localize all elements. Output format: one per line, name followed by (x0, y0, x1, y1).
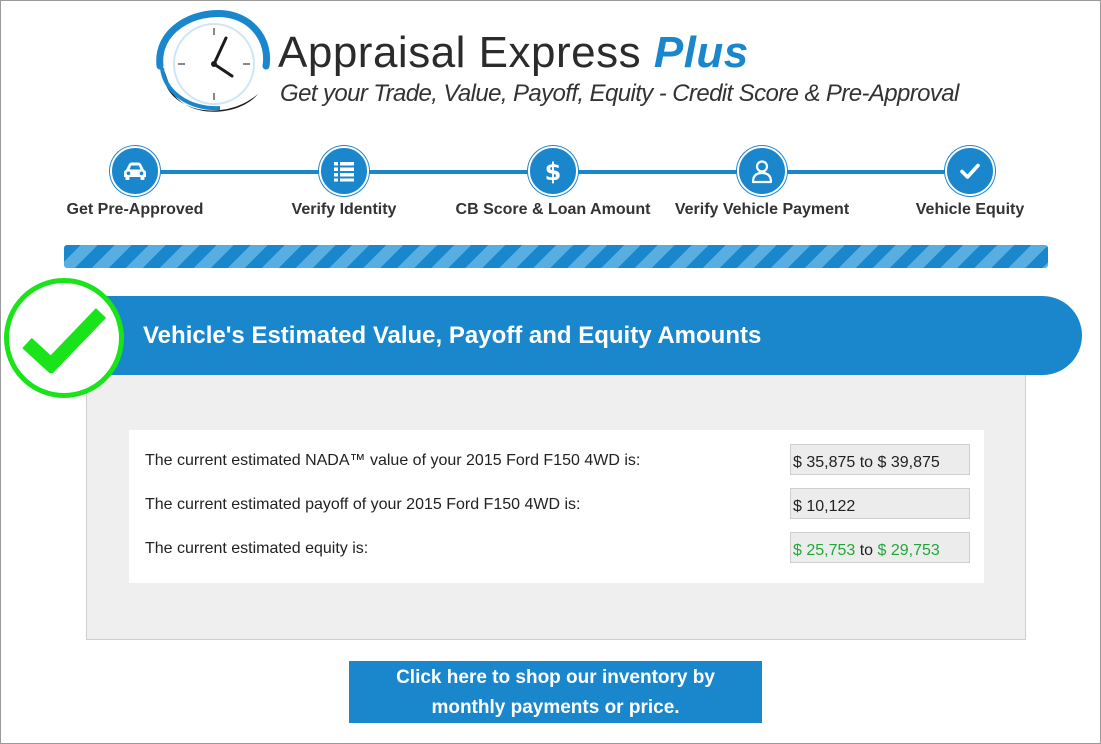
step-circle: $ (528, 146, 578, 196)
logo-title-accent: Plus (653, 28, 749, 77)
nada-value-label: The current estimated NADA™ value of you… (145, 452, 641, 469)
nada-value-field: $ 35,875 to $ 39,875 (790, 444, 970, 475)
step-label: Verify Vehicle Payment (674, 201, 850, 218)
checkmark-icon (960, 163, 980, 179)
results-panel: The current estimated NADA™ value of you… (86, 375, 1026, 640)
range-separator: to (859, 454, 874, 471)
range-separator: to (859, 542, 874, 559)
nada-value-low: $ 35,875 (793, 454, 856, 471)
equity-value-field: $ 25,753 to $ 29,753 (790, 532, 970, 563)
step-label: Get Pre-Approved (66, 201, 204, 218)
dollar-icon: $ (545, 158, 562, 185)
nada-value-row: The current estimated NADA™ value of you… (145, 444, 975, 475)
equity-value-low: $ 25,753 (793, 542, 856, 559)
step-label: Verify Identity (291, 201, 397, 218)
step-verify-identity[interactable]: Verify Identity (234, 146, 454, 219)
progress-bar (64, 245, 1048, 268)
step-get-pre-approved[interactable]: Get Pre-Approved (25, 146, 245, 219)
step-circle (945, 146, 995, 196)
shop-inventory-button-line2: monthly payments or price. (431, 696, 680, 718)
nada-value-high: $ 39,875 (877, 454, 940, 471)
step-cb-score-loan-amount[interactable]: $ CB Score & Loan Amount (443, 146, 663, 219)
logo-title: Appraisal Express Plus (278, 28, 749, 78)
step-vehicle-equity[interactable]: Vehicle Equity (860, 146, 1080, 219)
payoff-label: The current estimated payoff of your 201… (145, 496, 581, 513)
svg-text:$: $ (545, 158, 562, 185)
user-icon (751, 160, 773, 184)
payoff-row: The current estimated payoff of your 201… (145, 488, 975, 519)
logo: Appraisal Express Plus Get your Trade, V… (150, 8, 959, 120)
step-circle (319, 146, 369, 196)
progress-steps: Get Pre-Approved Verify Identity $ CB Sc… (0, 140, 1101, 230)
shop-inventory-button[interactable]: Click here to shop our inventory by mont… (349, 661, 762, 723)
step-verify-vehicle-payment[interactable]: Verify Vehicle Payment (652, 146, 872, 219)
step-circle (737, 146, 787, 196)
green-checkmark-icon (22, 308, 107, 373)
checkmark-badge-icon (4, 278, 124, 398)
step-label: Vehicle Equity (915, 201, 1025, 218)
step-label: CB Score & Loan Amount (455, 201, 651, 218)
list-icon (334, 162, 354, 182)
equity-label: The current estimated equity is: (145, 540, 369, 557)
payoff-value: $ 10,122 (793, 498, 856, 515)
banner-title: Vehicle's Estimated Value, Payoff and Eq… (143, 322, 762, 349)
step-circle (110, 146, 160, 196)
clock-logo-icon (156, 10, 271, 112)
car-icon (124, 162, 146, 180)
logo-title-main: Appraisal Express (278, 28, 642, 77)
equity-value-high: $ 29,753 (877, 542, 940, 559)
result-banner: Vehicle's Estimated Value, Payoff and Eq… (90, 296, 1082, 375)
equity-row: The current estimated equity is: $ 25,75… (145, 532, 975, 563)
results-table: The current estimated NADA™ value of you… (129, 430, 984, 583)
shop-inventory-button-line1: Click here to shop our inventory by (396, 666, 715, 688)
logo-tagline: Get your Trade, Value, Payoff, Equity - … (280, 80, 959, 107)
payoff-value-field: $ 10,122 (790, 488, 970, 519)
